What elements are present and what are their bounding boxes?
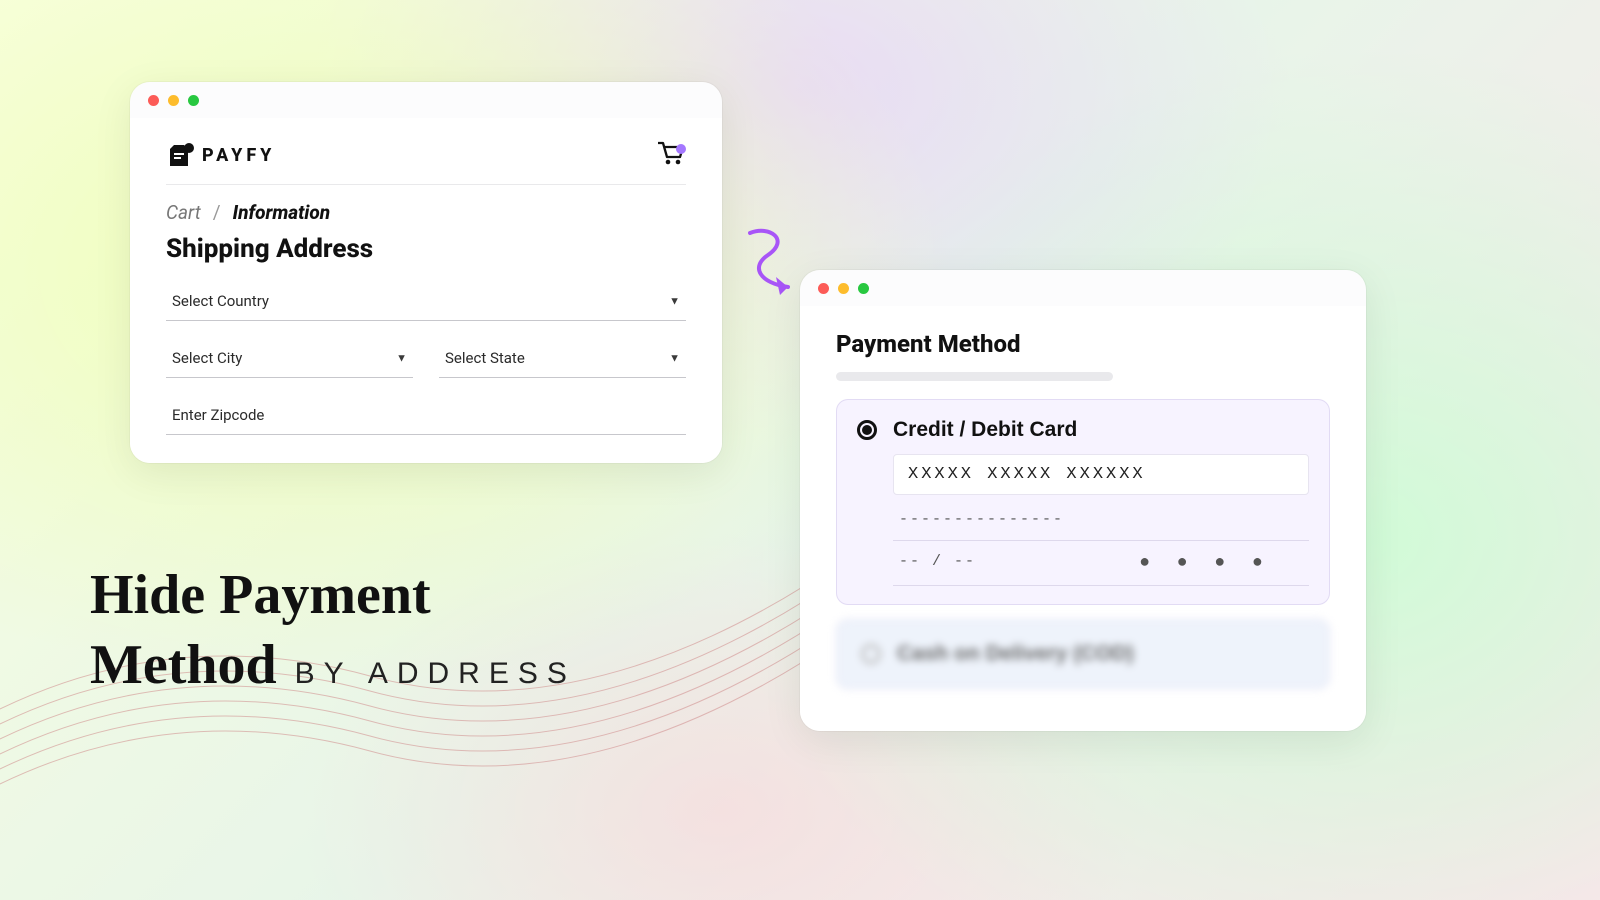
chevron-down-icon: ▼ — [669, 352, 680, 365]
headline-line1: Hide Payment — [90, 560, 576, 630]
minimize-icon[interactable] — [168, 95, 179, 106]
headline: Hide Payment Method BY ADDRESS — [90, 560, 576, 700]
chevron-down-icon: ▼ — [396, 352, 407, 365]
card-name-input[interactable]: --------------- — [893, 499, 1309, 541]
card-number-input[interactable]: XXXXX XXXXX XXXXXX — [893, 454, 1309, 495]
brand-logo: PAYFY — [166, 142, 275, 168]
payment-option-card[interactable]: Credit / Debit Card XXXXX XXXXX XXXXXX -… — [836, 399, 1330, 605]
cod-option-label: Cash on Delivery (COD) — [897, 642, 1134, 666]
payment-window: Payment Method Credit / Debit Card XXXXX… — [800, 270, 1366, 731]
payment-option-cod: Cash on Delivery (COD) — [836, 619, 1330, 689]
window-chrome — [130, 82, 722, 118]
state-label: Select State — [445, 349, 525, 367]
maximize-icon[interactable] — [188, 95, 199, 106]
radio-selected-icon[interactable] — [857, 420, 877, 440]
breadcrumb-current: Information — [233, 201, 330, 224]
breadcrumb-separator: / — [213, 201, 221, 224]
maximize-icon[interactable] — [858, 283, 869, 294]
zipcode-input[interactable]: Enter Zipcode — [166, 396, 686, 435]
card-option-label: Credit / Debit Card — [893, 418, 1077, 442]
payment-title: Payment Method — [836, 330, 1330, 358]
close-icon[interactable] — [818, 283, 829, 294]
cart-icon[interactable] — [656, 140, 686, 170]
headline-sub: BY ADDRESS — [295, 657, 576, 691]
minimize-icon[interactable] — [838, 283, 849, 294]
payfy-logo-icon — [166, 142, 196, 168]
shipping-title: Shipping Address — [166, 234, 686, 264]
city-select[interactable]: Select City ▼ — [166, 339, 413, 378]
chevron-down-icon: ▼ — [669, 295, 680, 308]
card-expiry-input[interactable]: -- / -- — [893, 541, 1101, 586]
shipping-window: PAYFY Cart / Information Shipping Addres… — [130, 82, 722, 463]
breadcrumb: Cart / Information — [166, 201, 686, 224]
country-label: Select Country — [172, 292, 269, 310]
headline-line2a: Method — [90, 630, 277, 700]
city-label: Select City — [172, 349, 242, 367]
radio-unselected-icon — [861, 644, 881, 664]
brand-name: PAYFY — [202, 145, 275, 166]
breadcrumb-cart[interactable]: Cart — [166, 201, 201, 224]
zipcode-placeholder: Enter Zipcode — [172, 406, 264, 424]
close-icon[interactable] — [148, 95, 159, 106]
window-chrome — [800, 270, 1366, 306]
progress-bar — [836, 372, 1113, 381]
country-select[interactable]: Select Country ▼ — [166, 282, 686, 321]
state-select[interactable]: Select State ▼ — [439, 339, 686, 378]
card-cvv-input[interactable]: ● ● ● ● — [1101, 541, 1309, 586]
